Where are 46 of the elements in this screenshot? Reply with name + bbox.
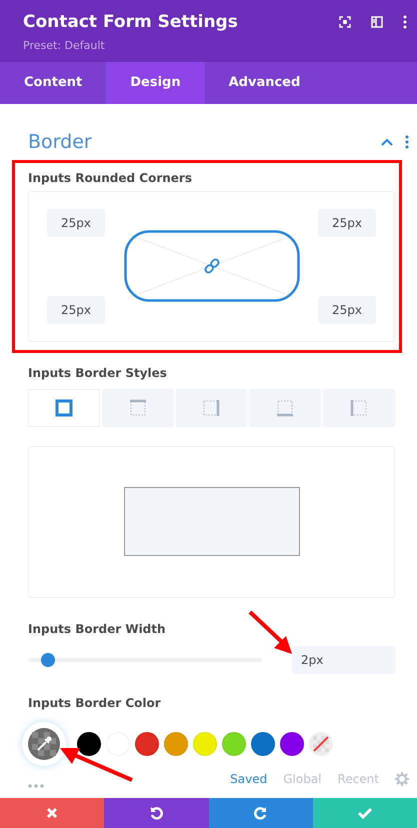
- field-label: Inputs Border Styles: [28, 364, 168, 382]
- color-swatch[interactable]: [251, 732, 275, 756]
- check-icon: [358, 806, 372, 820]
- undo-icon: [149, 806, 164, 820]
- chevron-icon[interactable]: [381, 138, 393, 146]
- slider-track[interactable]: [28, 652, 262, 666]
- color-picker-button[interactable]: [22, 722, 66, 766]
- more-icon[interactable]: [405, 135, 409, 150]
- annotation-arrow: [248, 610, 294, 656]
- preset-selector[interactable]: Preset: Default: [23, 38, 238, 54]
- corner-field[interactable]: 25px: [318, 296, 376, 324]
- tab[interactable]: Design: [106, 62, 205, 104]
- slider-thumb[interactable]: [41, 652, 56, 666]
- border-side-icon: [202, 398, 220, 416]
- color-swatch[interactable]: [135, 732, 159, 756]
- redo-button[interactable]: [208, 798, 313, 828]
- field-label: Inputs Border Width: [28, 620, 167, 638]
- color-swatch[interactable]: [222, 732, 246, 756]
- border-side-icon: [276, 398, 294, 416]
- width-field[interactable]: 2px: [292, 646, 395, 674]
- window-title: Contact Form Settings: [23, 11, 238, 33]
- corner-field[interactable]: 25px: [47, 208, 105, 236]
- focus-icon[interactable]: [339, 16, 351, 28]
- eyedropper-icon[interactable]: [28, 728, 60, 760]
- close-icon: [45, 806, 60, 820]
- more-icon[interactable]: [403, 15, 407, 29]
- color-swatch[interactable]: [280, 732, 304, 756]
- redo-icon: [254, 806, 268, 820]
- sidebar-icon[interactable]: [371, 16, 383, 28]
- undo-button[interactable]: [104, 798, 208, 828]
- field-label: Inputs Rounded Corners: [28, 170, 193, 186]
- border-side-icon: [128, 398, 147, 416]
- field-label: Inputs Border Color: [28, 694, 162, 712]
- palette-tab[interactable]: Saved: [230, 770, 268, 788]
- color-swatch[interactable]: [164, 732, 188, 756]
- color-swatch[interactable]: [77, 732, 101, 756]
- no-color-swatch[interactable]: [309, 732, 333, 756]
- corner-field[interactable]: 25px: [318, 208, 376, 236]
- border-side-icon: [54, 398, 73, 416]
- border-style-tab[interactable]: [28, 388, 100, 426]
- color-swatch[interactable]: [193, 732, 217, 756]
- corner-field[interactable]: 25px: [47, 296, 105, 324]
- tab[interactable]: Content: [0, 62, 106, 104]
- section-title: Border: [28, 130, 92, 155]
- border-side-icon: [350, 398, 368, 416]
- tab[interactable]: Advanced: [204, 62, 324, 104]
